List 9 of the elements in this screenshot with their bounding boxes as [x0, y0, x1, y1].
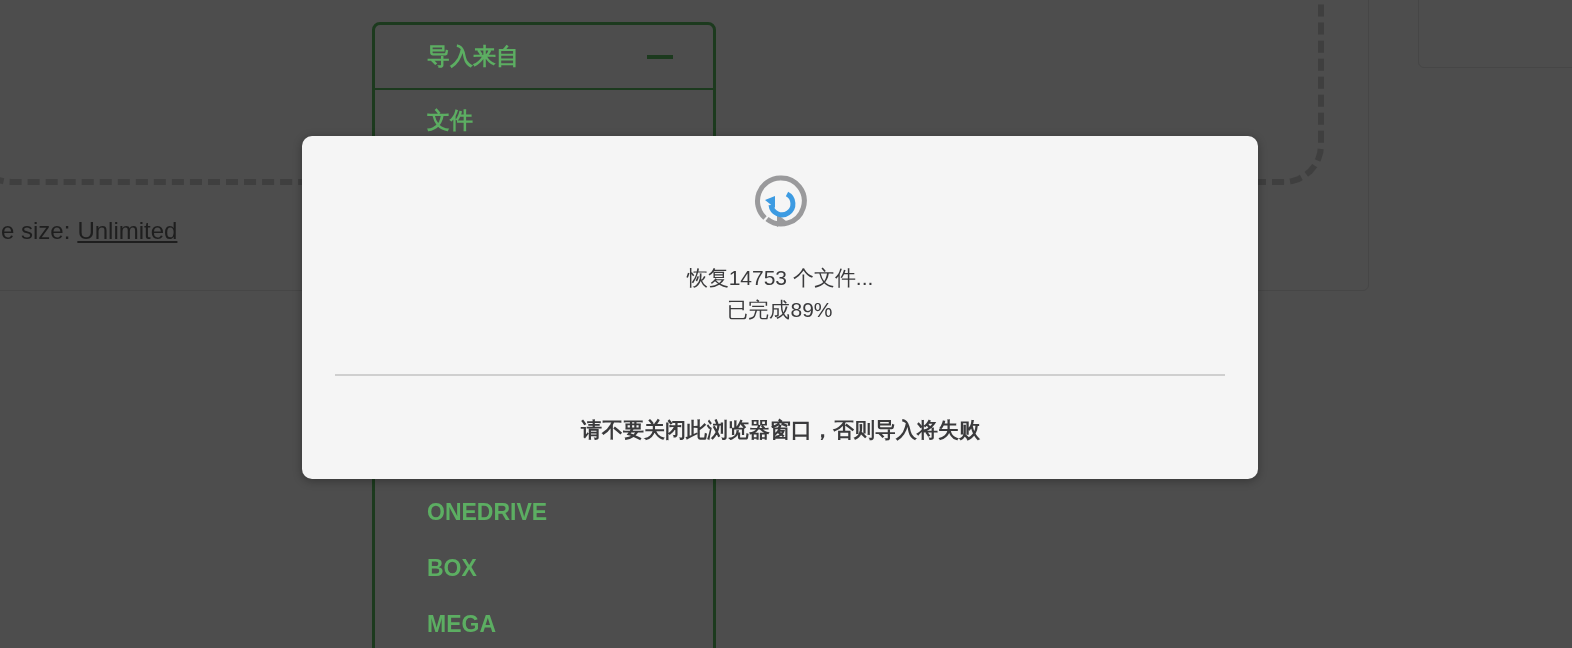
menu-item[interactable]: ONEDRIVE — [375, 484, 713, 540]
menu-item[interactable]: BOX — [375, 540, 713, 596]
refresh-icon — [753, 174, 807, 228]
warning-text: 请不要关闭此浏览器窗口，否则导入将失败 — [580, 417, 980, 443]
collapse-icon[interactable] — [647, 54, 673, 59]
menu-item[interactable]: MEGA — [375, 596, 713, 648]
progress-text: 已完成89% — [727, 297, 833, 323]
status-text: 恢复14753 个文件... — [686, 265, 874, 291]
menu-title: 导入来自 — [427, 42, 519, 71]
